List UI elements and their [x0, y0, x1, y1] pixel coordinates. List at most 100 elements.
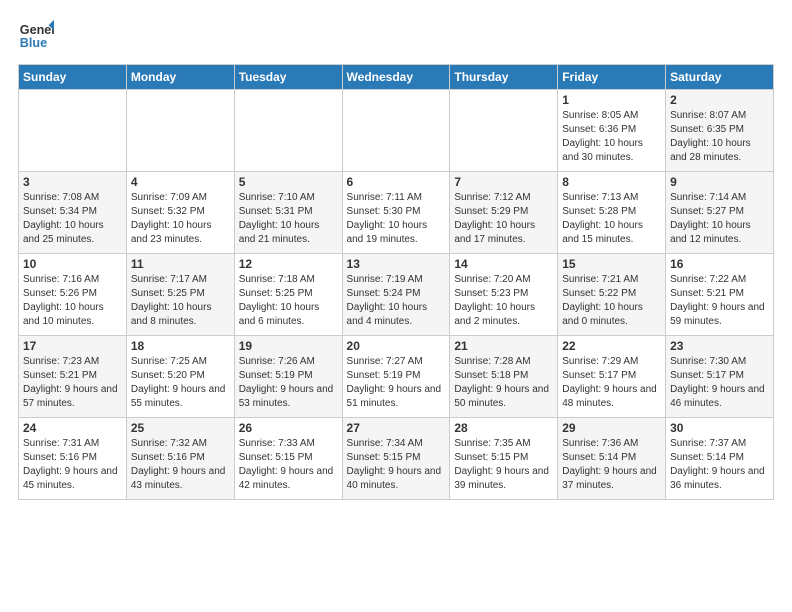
logo: General Blue — [18, 18, 54, 54]
day-info: Sunrise: 7:12 AM Sunset: 5:29 PM Dayligh… — [454, 191, 553, 247]
day-cell: 21Sunrise: 7:28 AM Sunset: 5:18 PM Dayli… — [450, 336, 558, 418]
day-info: Sunrise: 7:13 AM Sunset: 5:28 PM Dayligh… — [562, 191, 661, 247]
day-cell: 13 Sunrise: 7:19 AM Sunset: 5:24 PM Dayli… — [342, 254, 450, 336]
day-info: Sunrise: 7:20 AM Sunset: 5:23 PM Dayligh… — [454, 273, 553, 329]
day-number: 15 — [562, 257, 661, 271]
day-cell — [450, 90, 558, 172]
col-header-tuesday: Tuesday — [234, 65, 342, 90]
col-header-thursday: Thursday — [450, 65, 558, 90]
day-cell: 8 Sunrise: 7:13 AM Sunset: 5:28 PM Daylig… — [558, 172, 666, 254]
day-cell: 29 Sunrise: 7:36 AM Sunset: 5:14 PM Dayli… — [558, 418, 666, 500]
day-number: 19 — [239, 339, 338, 353]
week-row-1: 1 Sunrise: 8:05 AM Sunset: 6:36 PM Daylig… — [19, 90, 774, 172]
day-cell: 18 Sunrise: 7:25 AM Sunset: 5:20 PM Dayli… — [126, 336, 234, 418]
week-row-5: 24 Sunrise: 7:31 AM Sunset: 5:16 PM Dayli… — [19, 418, 774, 500]
day-cell: 2 Sunrise: 8:07 AM Sunset: 6:35 PM Daylig… — [666, 90, 774, 172]
day-info: Sunrise: 7:26 AM Sunset: 5:19 PM Dayligh… — [239, 355, 338, 411]
day-info: Sunrise: 7:32 AM Sunset: 5:16 PM Dayligh… — [131, 437, 230, 493]
day-info: Sunrise: 7:18 AM Sunset: 5:25 PM Dayligh… — [239, 273, 338, 329]
day-number: 7 — [454, 175, 553, 189]
calendar-table: SundayMondayTuesdayWednesdayThursdayFrid… — [18, 64, 774, 500]
day-cell: 11Sunrise: 7:17 AM Sunset: 5:25 PM Dayli… — [126, 254, 234, 336]
day-number: 6 — [347, 175, 446, 189]
week-row-3: 10Sunrise: 7:16 AM Sunset: 5:26 PM Dayli… — [19, 254, 774, 336]
day-info: Sunrise: 7:36 AM Sunset: 5:14 PM Dayligh… — [562, 437, 661, 493]
day-cell: 19 Sunrise: 7:26 AM Sunset: 5:19 PM Dayli… — [234, 336, 342, 418]
day-cell: 17 Sunrise: 7:23 AM Sunset: 5:21 PM Dayli… — [19, 336, 127, 418]
day-number: 17 — [23, 339, 122, 353]
day-info: Sunrise: 7:31 AM Sunset: 5:16 PM Dayligh… — [23, 437, 122, 493]
day-number: 20 — [347, 339, 446, 353]
day-number: 22 — [562, 339, 661, 353]
day-cell: 30Sunrise: 7:37 AM Sunset: 5:14 PM Dayli… — [666, 418, 774, 500]
day-info: Sunrise: 7:25 AM Sunset: 5:20 PM Dayligh… — [131, 355, 230, 411]
col-header-saturday: Saturday — [666, 65, 774, 90]
day-cell: 14 Sunrise: 7:20 AM Sunset: 5:23 PM Dayli… — [450, 254, 558, 336]
day-cell: 24 Sunrise: 7:31 AM Sunset: 5:16 PM Dayli… — [19, 418, 127, 500]
day-info: Sunrise: 7:09 AM Sunset: 5:32 PM Dayligh… — [131, 191, 230, 247]
day-cell: 5Sunrise: 7:10 AM Sunset: 5:31 PM Daylig… — [234, 172, 342, 254]
day-cell: 10Sunrise: 7:16 AM Sunset: 5:26 PM Dayli… — [19, 254, 127, 336]
day-number: 14 — [454, 257, 553, 271]
page: General Blue SundayMondayTuesdayWednesda… — [0, 0, 792, 512]
day-cell: 28 Sunrise: 7:35 AM Sunset: 5:15 PM Dayli… — [450, 418, 558, 500]
day-cell: 3 Sunrise: 7:08 AM Sunset: 5:34 PM Daylig… — [19, 172, 127, 254]
day-number: 18 — [131, 339, 230, 353]
day-info: Sunrise: 7:29 AM Sunset: 5:17 PM Dayligh… — [562, 355, 661, 411]
day-info: Sunrise: 7:19 AM Sunset: 5:24 PM Dayligh… — [347, 273, 446, 329]
day-cell: 7 Sunrise: 7:12 AM Sunset: 5:29 PM Daylig… — [450, 172, 558, 254]
day-cell — [19, 90, 127, 172]
header-row: SundayMondayTuesdayWednesdayThursdayFrid… — [19, 65, 774, 90]
day-number: 23 — [670, 339, 769, 353]
day-number: 27 — [347, 421, 446, 435]
day-number: 21 — [454, 339, 553, 353]
logo-icon: General Blue — [18, 18, 54, 54]
col-header-monday: Monday — [126, 65, 234, 90]
day-cell: 12 Sunrise: 7:18 AM Sunset: 5:25 PM Dayli… — [234, 254, 342, 336]
day-info: Sunrise: 7:33 AM Sunset: 5:15 PM Dayligh… — [239, 437, 338, 493]
col-header-friday: Friday — [558, 65, 666, 90]
day-number: 13 — [347, 257, 446, 271]
day-number: 24 — [23, 421, 122, 435]
day-number: 9 — [670, 175, 769, 189]
day-number: 5 — [239, 175, 338, 189]
day-info: Sunrise: 7:23 AM Sunset: 5:21 PM Dayligh… — [23, 355, 122, 411]
day-number: 11 — [131, 257, 230, 271]
day-number: 3 — [23, 175, 122, 189]
svg-text:Blue: Blue — [20, 36, 47, 50]
day-cell — [126, 90, 234, 172]
day-number: 30 — [670, 421, 769, 435]
day-info: Sunrise: 7:30 AM Sunset: 5:17 PM Dayligh… — [670, 355, 769, 411]
week-row-2: 3 Sunrise: 7:08 AM Sunset: 5:34 PM Daylig… — [19, 172, 774, 254]
day-cell: 15Sunrise: 7:21 AM Sunset: 5:22 PM Dayli… — [558, 254, 666, 336]
col-header-wednesday: Wednesday — [342, 65, 450, 90]
day-cell — [342, 90, 450, 172]
day-number: 8 — [562, 175, 661, 189]
day-number: 26 — [239, 421, 338, 435]
day-number: 16 — [670, 257, 769, 271]
week-row-4: 17 Sunrise: 7:23 AM Sunset: 5:21 PM Dayli… — [19, 336, 774, 418]
day-cell: 22 Sunrise: 7:29 AM Sunset: 5:17 PM Dayli… — [558, 336, 666, 418]
day-number: 2 — [670, 93, 769, 107]
day-number: 1 — [562, 93, 661, 107]
day-cell — [234, 90, 342, 172]
day-number: 29 — [562, 421, 661, 435]
day-cell: 26 Sunrise: 7:33 AM Sunset: 5:15 PM Dayli… — [234, 418, 342, 500]
day-cell: 27 Sunrise: 7:34 AM Sunset: 5:15 PM Dayli… — [342, 418, 450, 500]
header: General Blue — [18, 18, 774, 54]
day-cell: 6Sunrise: 7:11 AM Sunset: 5:30 PM Daylig… — [342, 172, 450, 254]
day-number: 28 — [454, 421, 553, 435]
day-cell: 25Sunrise: 7:32 AM Sunset: 5:16 PM Dayli… — [126, 418, 234, 500]
day-info: Sunrise: 7:08 AM Sunset: 5:34 PM Dayligh… — [23, 191, 122, 247]
day-number: 12 — [239, 257, 338, 271]
day-cell: 23 Sunrise: 7:30 AM Sunset: 5:17 PM Dayli… — [666, 336, 774, 418]
day-cell: 20Sunrise: 7:27 AM Sunset: 5:19 PM Dayli… — [342, 336, 450, 418]
day-info: Sunrise: 7:34 AM Sunset: 5:15 PM Dayligh… — [347, 437, 446, 493]
day-cell: 9Sunrise: 7:14 AM Sunset: 5:27 PM Daylig… — [666, 172, 774, 254]
day-number: 4 — [131, 175, 230, 189]
day-info: Sunrise: 8:07 AM Sunset: 6:35 PM Dayligh… — [670, 109, 769, 165]
day-info: Sunrise: 7:35 AM Sunset: 5:15 PM Dayligh… — [454, 437, 553, 493]
day-cell: 16 Sunrise: 7:22 AM Sunset: 5:21 PM Dayli… — [666, 254, 774, 336]
day-info: Sunrise: 8:05 AM Sunset: 6:36 PM Dayligh… — [562, 109, 661, 165]
day-info: Sunrise: 7:22 AM Sunset: 5:21 PM Dayligh… — [670, 273, 769, 329]
